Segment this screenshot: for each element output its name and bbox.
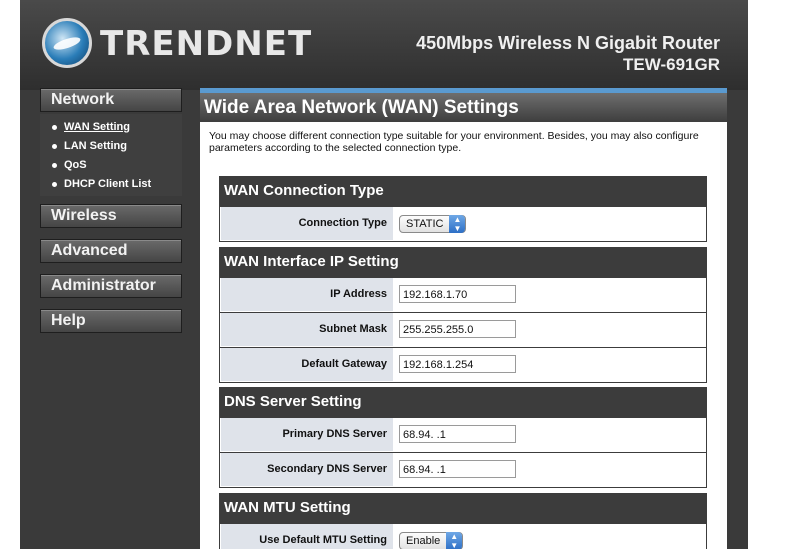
nav-network[interactable]: Network xyxy=(40,88,182,112)
router-frame: TRENDNET 450Mbps Wireless N Gigabit Rout… xyxy=(20,0,748,549)
select-arrows-icon: ▲ ▼ xyxy=(449,215,466,233)
nav-administrator[interactable]: Administrator xyxy=(40,274,182,298)
default-gateway-input[interactable]: 192.168.1.254 xyxy=(399,355,516,373)
nav-help[interactable]: Help xyxy=(40,309,182,333)
default-mtu-select[interactable]: Enable ▲ ▼ xyxy=(399,532,464,549)
logo-globe-icon xyxy=(42,18,92,68)
bullet-icon xyxy=(52,162,57,168)
page-intro: You may choose different connection type… xyxy=(209,130,699,154)
connection-type-select[interactable]: STATIC ▲ ▼ xyxy=(399,215,467,233)
page-title: Wide Area Network (WAN) Settings xyxy=(204,97,519,118)
nav-wireless[interactable]: Wireless xyxy=(40,204,182,228)
primary-dns-input[interactable]: 68.94. .1 xyxy=(399,425,516,443)
select-arrows-icon: ▲ ▼ xyxy=(446,532,463,549)
subnet-mask-row: Subnet Mask 255.255.255.0 xyxy=(220,312,706,347)
section-title: WAN Connection Type xyxy=(224,182,384,199)
ip-address-label: IP Address xyxy=(221,278,393,311)
secondary-dns-input[interactable]: 68.94. .1 xyxy=(399,460,516,478)
ip-address-row: IP Address 192.168.1.70 xyxy=(220,277,706,312)
connection-type-label: Connection Type xyxy=(221,207,393,240)
secondary-dns-row: Secondary DNS Server 68.94. .1 xyxy=(220,452,706,487)
wan-interface-ip-section: WAN Interface IP Setting IP Address 192.… xyxy=(219,247,707,383)
nav-qos[interactable]: QoS xyxy=(46,156,181,175)
nav-advanced[interactable]: Advanced xyxy=(40,239,182,263)
bullet-icon xyxy=(52,124,57,130)
page-header: Wide Area Network (WAN) Settings xyxy=(200,88,727,122)
main-content: Wide Area Network (WAN) Settings You may… xyxy=(200,88,727,549)
primary-dns-label: Primary DNS Server xyxy=(221,418,393,451)
dns-server-section: DNS Server Setting Primary DNS Server 68… xyxy=(219,387,707,488)
ip-address-input[interactable]: 192.168.1.70 xyxy=(399,285,516,303)
nav-lan-setting[interactable]: LAN Setting xyxy=(46,137,181,156)
default-mtu-label: Use Default MTU Setting xyxy=(221,524,393,549)
product-title: 450Mbps Wireless N Gigabit Router xyxy=(416,33,720,53)
secondary-dns-label: Secondary DNS Server xyxy=(221,453,393,486)
bullet-icon xyxy=(52,181,57,187)
connection-type-value: STATIC xyxy=(406,218,444,230)
section-title: WAN MTU Setting xyxy=(224,499,351,516)
default-gateway-label: Default Gateway xyxy=(221,348,393,381)
bullet-icon xyxy=(52,143,57,149)
network-submenu: WAN Setting LAN Setting QoS DHCP Client … xyxy=(46,118,181,194)
logo-text: TRENDNET xyxy=(100,24,313,64)
product-model: TEW-691GR xyxy=(623,55,720,74)
subnet-mask-label: Subnet Mask xyxy=(221,313,393,346)
section-title: DNS Server Setting xyxy=(224,393,362,410)
nav-wan-setting[interactable]: WAN Setting xyxy=(46,118,181,137)
section-title: WAN Interface IP Setting xyxy=(224,253,399,270)
subnet-mask-input[interactable]: 255.255.255.0 xyxy=(399,320,516,338)
wan-mtu-section: WAN MTU Setting Use Default MTU Setting … xyxy=(219,493,707,549)
default-gateway-row: Default Gateway 192.168.1.254 xyxy=(220,347,706,382)
connection-type-row: Connection Type STATIC ▲ ▼ xyxy=(220,206,706,241)
primary-dns-row: Primary DNS Server 68.94. .1 xyxy=(220,417,706,452)
default-mtu-row: Use Default MTU Setting Enable ▲ ▼ xyxy=(220,523,706,549)
default-mtu-value: Enable xyxy=(406,535,441,547)
trendnet-logo: TRENDNET xyxy=(42,18,311,70)
nav-dhcp-client-list[interactable]: DHCP Client List xyxy=(46,175,181,194)
wan-connection-type-section: WAN Connection Type Connection Type STAT… xyxy=(219,176,707,242)
